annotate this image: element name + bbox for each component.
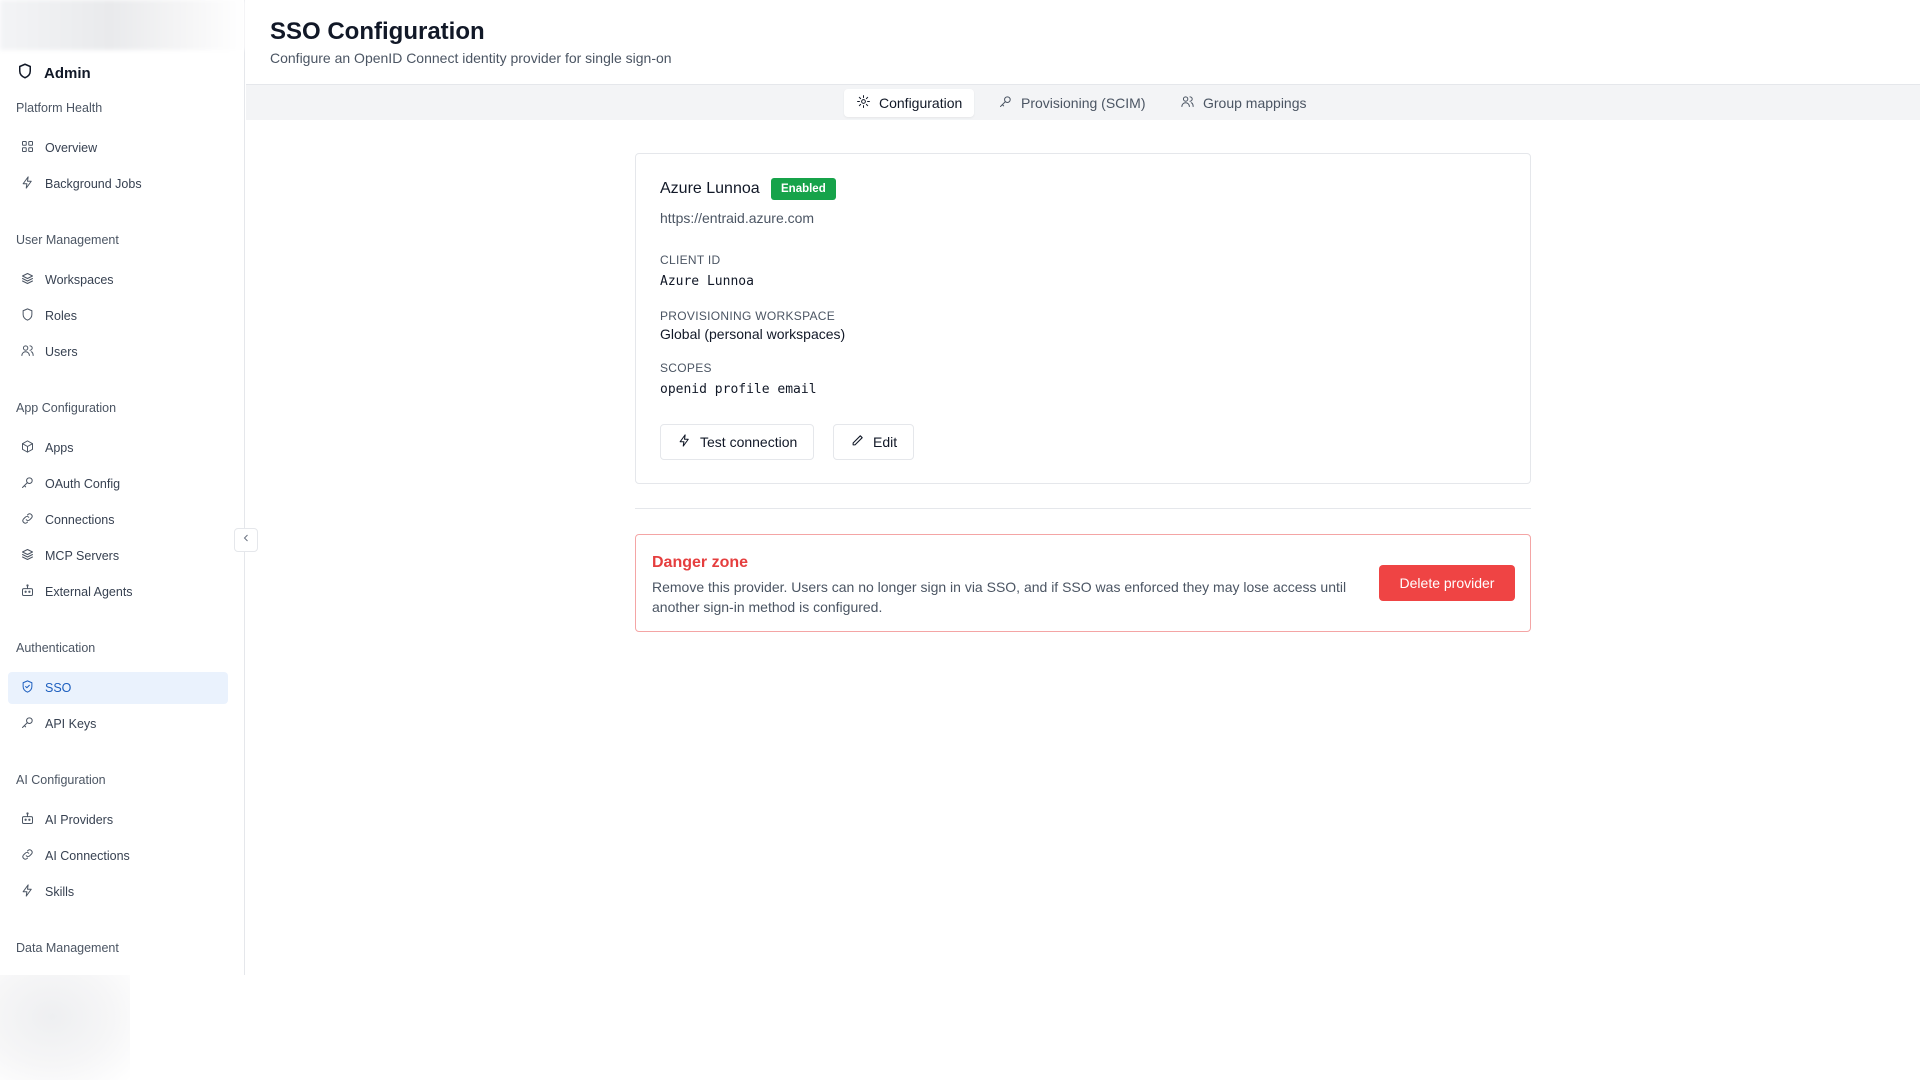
tab-label: Provisioning (SCIM) — [1021, 95, 1146, 111]
bolt-icon — [20, 175, 35, 193]
sidebar-item-workspaces[interactable]: Workspaces — [8, 264, 228, 296]
sidebar-brand[interactable]: Admin — [16, 62, 91, 84]
section-divider — [635, 508, 1531, 509]
sidebar-item-skills[interactable]: Skills — [8, 876, 228, 908]
sidebar-item-apps[interactable]: Apps — [8, 432, 228, 464]
sidebar-item-overview[interactable]: Overview — [8, 132, 228, 164]
danger-zone-title: Danger zone — [652, 554, 749, 571]
tab-label: Group mappings — [1203, 95, 1307, 111]
provider-card: Azure Lunnoa Enabled https://entraid.azu… — [635, 153, 1531, 484]
sidebar-item-label: API Keys — [45, 717, 97, 731]
nav-section-platform-health: Platform Health — [16, 101, 103, 115]
brand-label: Admin — [44, 64, 91, 82]
bot-icon — [20, 583, 35, 601]
sidebar-item-label: Overview — [45, 141, 98, 155]
status-badge: Enabled — [771, 178, 836, 200]
client-id-value: Azure Lunnoa — [660, 274, 754, 289]
nav-section-user-management: User Management — [16, 233, 119, 247]
sidebar-item-oauth-config[interactable]: OAuth Config — [8, 468, 228, 500]
tabs-bar: Configuration Provisioning (SCIM) Group … — [246, 84, 1920, 120]
bolt-icon — [677, 433, 692, 451]
grid-icon — [20, 139, 35, 157]
nav-section-app-configuration: App Configuration — [16, 401, 117, 415]
sidebar-item-external-agents[interactable]: External Agents — [8, 576, 228, 608]
chevron-left-icon — [240, 531, 252, 549]
shield-check-icon — [20, 679, 35, 697]
layers-icon — [20, 547, 35, 565]
button-label: Test connection — [700, 434, 798, 450]
sidebar-item-api-keys[interactable]: API Keys — [8, 708, 228, 740]
sidebar-item-roles[interactable]: Roles — [8, 300, 228, 332]
sidebar-item-label: Background Jobs — [45, 177, 142, 191]
scopes-value: openid profile email — [660, 382, 817, 397]
sidebar-item-label: Apps — [45, 441, 74, 455]
bolt-icon — [20, 883, 35, 901]
sidebar-item-ai-providers[interactable]: AI Providers — [8, 804, 228, 836]
key-icon — [20, 715, 35, 733]
sidebar-item-label: Skills — [45, 885, 75, 899]
nav-section-authentication: Authentication — [16, 641, 96, 655]
sidebar-item-label: External Agents — [45, 585, 133, 599]
sidebar-item-connections[interactable]: Connections — [8, 504, 228, 536]
test-connection-button[interactable]: Test connection — [660, 424, 815, 460]
sidebar-item-label: Connections — [45, 513, 115, 527]
sidebar-item-label: AI Connections — [45, 849, 130, 863]
provisioning-workspace-value: Global (personal workspaces) — [660, 326, 846, 342]
sidebar-item-label: AI Providers — [45, 813, 114, 827]
users-icon — [20, 343, 35, 361]
sidebar-item-label: Users — [45, 345, 78, 359]
sidebar-item-label: Roles — [45, 309, 77, 323]
provider-url: https://entraid.azure.com — [660, 210, 815, 226]
tab-label: Configuration — [879, 95, 963, 111]
client-id-label: CLIENT ID — [660, 253, 721, 267]
gear-icon — [856, 94, 871, 112]
scopes-label: SCOPES — [660, 361, 712, 375]
users-icon — [1180, 94, 1195, 112]
delete-provider-button[interactable]: Delete provider — [1379, 565, 1515, 601]
key-icon — [20, 475, 35, 493]
shield-icon — [20, 307, 35, 325]
bot-icon — [20, 811, 35, 829]
box-icon — [20, 439, 35, 457]
provisioning-workspace-label: PROVISIONING WORKSPACE — [660, 309, 836, 323]
sidebar-collapse-button[interactable] — [234, 528, 258, 552]
tab-provisioning-scim[interactable]: Provisioning (SCIM) — [986, 89, 1157, 117]
pencil-icon — [850, 433, 865, 451]
link-icon — [20, 511, 35, 529]
sidebar-top-blurred-area — [0, 0, 245, 50]
tab-configuration[interactable]: Configuration — [844, 89, 975, 117]
danger-zone-description: Remove this provider. Users can no longe… — [652, 579, 1347, 615]
link-icon — [20, 847, 35, 865]
provider-name: Azure Lunnoa — [660, 180, 760, 197]
tab-group-mappings[interactable]: Group mappings — [1168, 89, 1319, 117]
page-subtitle: Configure an OpenID Connect identity pro… — [270, 50, 672, 66]
sidebar-item-label: SSO — [45, 681, 72, 695]
nav-section-data-management: Data Management — [16, 941, 119, 955]
button-label: Edit — [873, 434, 898, 450]
layers-icon — [20, 271, 35, 289]
shield-icon — [16, 62, 34, 84]
sidebar-item-label: MCP Servers — [45, 549, 120, 563]
sidebar-bottom-blurred-area — [0, 975, 130, 1080]
sidebar-item-mcp-servers[interactable]: MCP Servers — [8, 540, 228, 572]
edit-button[interactable]: Edit — [833, 424, 915, 460]
sidebar-item-background-jobs[interactable]: Background Jobs — [8, 168, 228, 200]
sidebar-item-ai-connections[interactable]: AI Connections — [8, 840, 228, 872]
nav-section-ai-configuration: AI Configuration — [16, 773, 106, 787]
sidebar-item-label: Workspaces — [45, 273, 114, 287]
sidebar: Admin Platform Health Overview Backgroun… — [0, 0, 245, 975]
danger-zone: Danger zone Remove this provider. Users … — [635, 534, 1531, 632]
page-title: SSO Configuration — [270, 18, 485, 45]
sidebar-item-label: OAuth Config — [45, 477, 121, 491]
key-icon — [998, 94, 1013, 112]
sidebar-item-sso[interactable]: SSO — [8, 672, 228, 704]
sidebar-item-users[interactable]: Users — [8, 336, 228, 368]
